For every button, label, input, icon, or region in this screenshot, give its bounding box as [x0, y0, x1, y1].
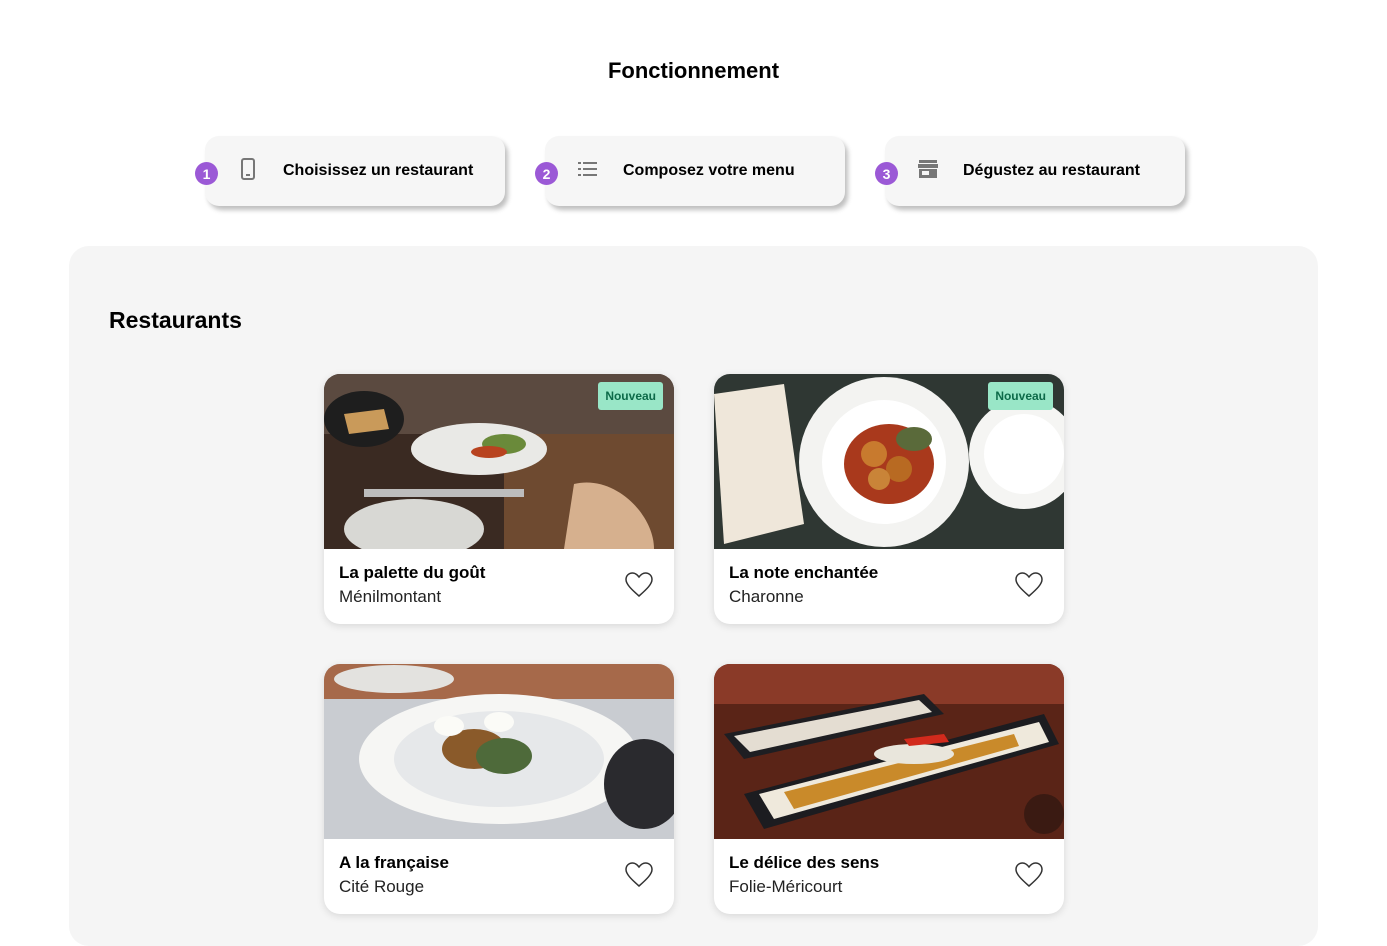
steps-row: 1 Choisissez un restaurant 2 Composez vo…: [0, 136, 1387, 208]
restaurant-area: Charonne: [729, 587, 804, 606]
step-eat-restaurant: 3 Dégustez au restaurant: [875, 136, 1185, 206]
step-choose-restaurant: 1 Choisissez un restaurant: [195, 136, 505, 206]
step-number: 3: [875, 162, 898, 185]
favorite-heart-icon[interactable]: [624, 861, 654, 889]
step-label: Dégustez au restaurant: [963, 162, 1140, 179]
step-compose-menu: 2 Composez votre menu: [535, 136, 845, 206]
step-label: Choisissez un restaurant: [283, 162, 474, 179]
favorite-heart-icon[interactable]: [1014, 861, 1044, 889]
restaurant-photo: Nouveau: [324, 374, 674, 549]
restaurant-photo: [324, 664, 674, 839]
restaurant-name: La note enchantée: [729, 563, 879, 582]
restaurant-card[interactable]: A la française Cité Rouge: [324, 664, 674, 914]
restaurant-card[interactable]: Le délice des sens Folie-Méricourt: [714, 664, 1064, 914]
step-label: Composez votre menu: [623, 162, 795, 179]
restaurant-photo: Nouveau: [714, 374, 1064, 549]
step-number: 1: [195, 162, 218, 185]
phone-icon: [237, 158, 259, 180]
restaurant-photo: [714, 664, 1064, 839]
list-icon: [577, 158, 599, 180]
restaurant-name: Le délice des sens: [729, 853, 880, 872]
restaurant-area: Cité Rouge: [339, 877, 425, 896]
restaurant-card[interactable]: Nouveau La palette du goût Ménilmontant: [324, 374, 674, 624]
restaurant-area: Ménilmontant: [339, 587, 442, 606]
restaurant-name: A la française: [339, 853, 449, 872]
store-icon: [917, 158, 939, 180]
restaurant-area: Folie-Méricourt: [729, 877, 843, 896]
page-title: Fonctionnement: [607, 58, 780, 83]
restaurant-card[interactable]: Nouveau La note enchantée Charonne: [714, 374, 1064, 624]
restaurants-section: Restaurants Nouveau La palette du goût M…: [69, 246, 1318, 946]
new-badge: Nouveau: [598, 382, 663, 410]
step-number: 2: [535, 162, 558, 185]
favorite-heart-icon[interactable]: [1014, 571, 1044, 599]
restaurant-name: La palette du goût: [339, 563, 486, 582]
favorite-heart-icon[interactable]: [624, 571, 654, 599]
restaurants-title: Restaurants: [109, 307, 242, 333]
new-badge: Nouveau: [988, 382, 1053, 410]
